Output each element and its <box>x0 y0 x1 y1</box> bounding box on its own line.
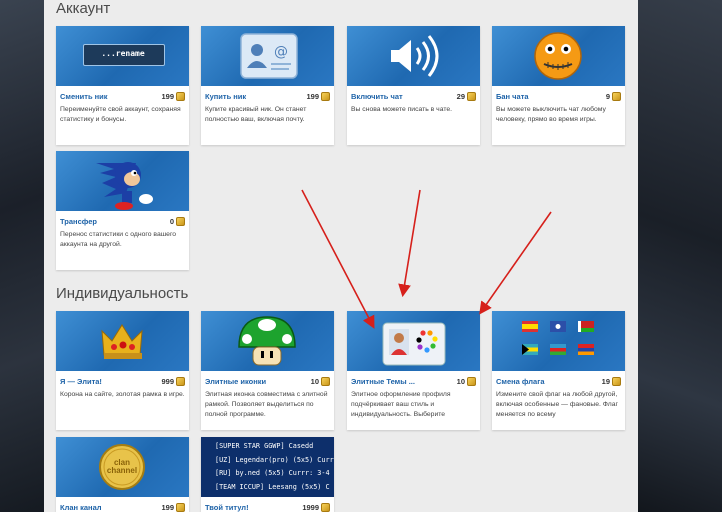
card-description: Элитная иконка совместима с элитной рамк… <box>205 391 328 418</box>
card-price: 19 <box>602 376 621 386</box>
shop-card-title[interactable]: [SUPER STAR GGWP] Casedd [UZ] Legendar(p… <box>201 437 334 512</box>
card-description: Измените свой флаг на любой другой, вклю… <box>496 391 618 418</box>
card-name[interactable]: Трансфер <box>60 217 97 226</box>
card-price: 9 <box>606 91 621 101</box>
card-description: Корона на сайте, золотая рамка в игре. <box>60 391 185 398</box>
shop-card-elite-themes[interactable]: Элитные Темы ... 10 Элитное оформление пр… <box>347 311 480 430</box>
card-description: Вы снова можете писать в чате. <box>351 106 453 113</box>
coin-icon <box>467 376 476 386</box>
section-title-account: Аккаунт <box>56 0 111 17</box>
svg-text:@: @ <box>274 44 288 60</box>
coin-icon <box>176 216 185 226</box>
card-price: 199 <box>306 91 330 101</box>
card-price: 1999 <box>302 502 330 512</box>
shop-card-clan-channel[interactable]: clan channel Клан канал 199 <box>56 437 189 512</box>
coin-icon <box>321 502 330 512</box>
card-price: 10 <box>457 376 476 386</box>
sonic-character-icon <box>56 151 189 211</box>
title-line: [SUPER STAR GGWP] Casedd <box>215 442 314 450</box>
card-description: Переименуйте свой аккаунт, сохраняя стат… <box>60 106 181 123</box>
theme-palette-icon <box>347 311 480 371</box>
coin-icon <box>612 376 621 386</box>
mushroom-icon <box>201 311 334 371</box>
card-name[interactable]: Твой титул! <box>205 503 249 512</box>
speaker-icon <box>347 26 480 86</box>
card-price: 29 <box>457 91 476 101</box>
card-name[interactable]: Элитные Темы ... <box>351 377 415 386</box>
shop-card-rename[interactable]: ...rename Сменить ник 199 Переименуйте св… <box>56 26 189 145</box>
card-description: Элитное оформление профиля подчёркивает … <box>351 391 451 418</box>
shop-card-elite[interactable]: Я — Элита! 999 Корона на сайте, золотая р… <box>56 311 189 430</box>
card-name[interactable]: Купить ник <box>205 92 246 101</box>
card-price: 10 <box>311 376 330 386</box>
background-right <box>638 0 722 512</box>
coin-icon <box>321 91 330 101</box>
card-description: Вы можете выключить чат любому человеку,… <box>496 106 606 123</box>
card-name[interactable]: Клан канал <box>60 503 102 512</box>
coin-icon <box>612 91 621 101</box>
shop-card-buy-nick[interactable]: @ Купить ник 199 Купите красивый ник. Он … <box>201 26 334 145</box>
crown-icon <box>56 311 189 371</box>
rename-terminal-icon: ...rename <box>56 26 189 86</box>
card-name[interactable]: Бан чата <box>496 92 529 101</box>
flags-icon <box>492 311 625 371</box>
coin-icon <box>176 91 185 101</box>
shop-card-flag-change[interactable]: Смена флага 19 Измените свой флаг на любо… <box>492 311 625 430</box>
coin-icon <box>176 376 185 386</box>
shop-card-chat-ban[interactable]: Бан чата 9 Вы можете выключить чат любому… <box>492 26 625 145</box>
shop-card-elite-icons[interactable]: Элитные иконки 10 Элитная иконка совмести… <box>201 311 334 430</box>
card-name[interactable]: Включить чат <box>351 92 403 101</box>
background-left <box>0 0 44 512</box>
card-name[interactable]: Элитные иконки <box>205 377 266 386</box>
card-name[interactable]: Я — Элита! <box>60 377 102 386</box>
title-line: [TEAM ICCUP] Leesang (5x5) C <box>215 482 330 491</box>
card-price: 199 <box>161 502 185 512</box>
coin-icon <box>176 502 185 512</box>
shop-content: Аккаунт Индивидуальность ...rename Смени… <box>44 0 638 512</box>
title-list-icon: [SUPER STAR GGWP] Casedd [UZ] Legendar(p… <box>201 437 334 497</box>
coin-icon <box>467 91 476 101</box>
card-price: 199 <box>161 91 185 101</box>
coin-icon <box>321 376 330 386</box>
zipped-mouth-smiley-icon <box>492 26 625 86</box>
card-price: 0 <box>170 216 185 226</box>
title-line: [UZ] Legendar(pro) (5x5) Curr <box>215 455 334 464</box>
clan-channel-coin-icon: clan channel <box>56 437 189 497</box>
card-name[interactable]: Сменить ник <box>60 92 108 101</box>
title-line: [RU] by.ned (5x5) Currr: 3-4 ( <box>215 469 334 477</box>
card-name[interactable]: Смена флага <box>496 377 545 386</box>
card-description: Купите красивый ник. Он станет полностью… <box>205 106 307 123</box>
shop-card-enable-chat[interactable]: Включить чат 29 Вы снова можете писать в … <box>347 26 480 145</box>
shop-card-transfer[interactable]: Трансфер 0 Перенос статистики с одного ва… <box>56 151 189 270</box>
section-title-individuality: Индивидуальность <box>56 285 189 302</box>
contact-card-icon: @ <box>201 26 334 86</box>
card-description: Перенос статистики с одного вашего аккау… <box>60 231 177 248</box>
card-price: 999 <box>161 376 185 386</box>
